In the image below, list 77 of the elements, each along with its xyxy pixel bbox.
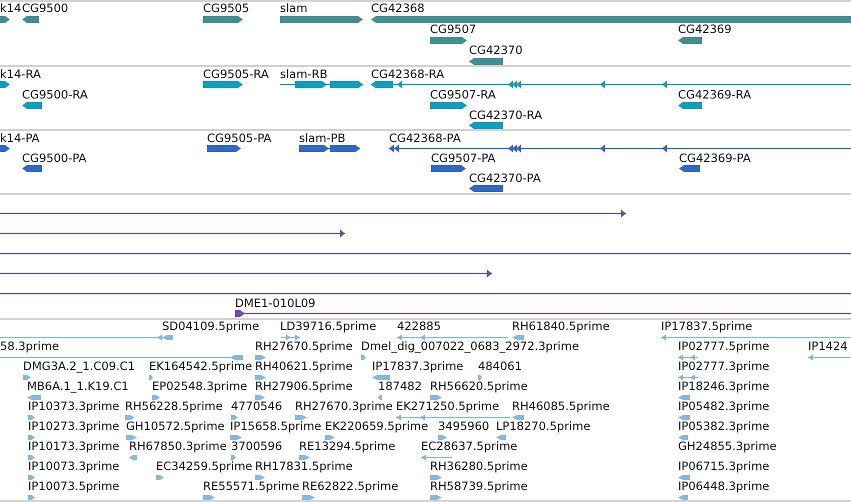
feature-label: MB6A.1_1.K19.C1 (27, 379, 129, 393)
feature-label: 3700596 (231, 439, 282, 453)
feature-label: k14 (0, 1, 22, 15)
feature-label: GH24855.3prime (678, 439, 777, 453)
feature-label: IP10273.3prime (28, 419, 120, 433)
feature-label: IP10173.3prime (28, 439, 120, 453)
feature-label: RH58739.5prime (430, 479, 528, 493)
feature-label: EK271250.5prime (396, 399, 500, 413)
feature-label: slam-PB (299, 131, 346, 145)
feature-label: RH61840.5prime (512, 319, 610, 333)
feature-label: IP15658.5prime (230, 419, 322, 433)
feature-label: DMG3A.2_1.C09.C1 (23, 359, 136, 373)
feature-label: CG9507-PA (431, 151, 496, 165)
feature-label: CG42368-RA (371, 67, 444, 81)
feature-label: 187482 (378, 379, 422, 393)
feature-label: IP18246.3prime (678, 379, 770, 393)
feature-label: RE55571.5prime (203, 479, 300, 493)
feature-label: EC28637.5prime (421, 439, 518, 453)
feature-label: CG9507 (430, 22, 476, 36)
feature-label: CG42370-RA (469, 108, 542, 122)
feature-label: RH36280.5prime (430, 459, 528, 473)
feature-label: EK220659.5prime (325, 419, 428, 433)
feature-label: CG42369 (678, 22, 732, 36)
feature-label: IP02777.3prime (678, 359, 770, 373)
feature-label: CG9505-PA (207, 131, 272, 145)
feature-label: EP02548.3prime (152, 379, 248, 393)
feature-label: IP17837.5prime (661, 319, 752, 333)
feature-label: CG42370 (469, 43, 523, 57)
feature-label: RH27670.3prime (295, 399, 393, 413)
feature-label: k14-PA (0, 131, 40, 145)
feature-label: CG9500-RA (22, 88, 88, 102)
feature-label: slam (280, 1, 308, 15)
feature-label: EK164542.5prime (149, 359, 252, 373)
feature-label: slam-RB (280, 67, 328, 81)
feature-label: IP17837.3prime (372, 359, 464, 373)
feature-label: IP06715.3prime (678, 459, 770, 473)
feature-label: k14-RA (0, 67, 41, 81)
feature-label: CG9505-RA (203, 67, 269, 81)
feature-label: Dmel_dig_007022_0683_2972.3prime (361, 339, 580, 353)
feature-label: 58.3prime (0, 339, 60, 353)
feature-label: CG9500-PA (22, 151, 86, 165)
feature-label: SD04109.5prime (162, 319, 260, 333)
feature-label: EC34259.5prime (156, 459, 252, 473)
feature-label: RH40621.5prime (255, 359, 353, 373)
feature-label: 422885 (397, 319, 441, 333)
feature-label: CG42368-PA (389, 131, 461, 145)
feature-label: RH56228.5prime (125, 399, 223, 413)
feature-label: CG42369-RA (678, 88, 752, 102)
feature-label: LP18270.5prime (496, 419, 590, 433)
feature-label: GH10572.5prime (126, 419, 225, 433)
feature-label: CG42368 (371, 1, 425, 15)
feature-label: 484061 (478, 359, 522, 373)
feature-label: IP05382.3prime (678, 419, 770, 433)
feature-label: CG9507-RA (430, 88, 496, 102)
feature-label: RH27670.5prime (255, 339, 353, 353)
feature-label: IP1424 (808, 339, 848, 353)
feature-label: RH56620.5prime (430, 379, 528, 393)
feature-label: RE13294.5prime (299, 439, 396, 453)
feature-label: IP06448.3prime (678, 479, 770, 493)
feature-label: IP10373.3prime (28, 399, 120, 413)
feature-label: 3495960 (438, 419, 490, 433)
feature-label: RH46085.5prime (512, 399, 610, 413)
feature-label: CG9505 (203, 1, 250, 15)
feature-label: RH27906.5prime (255, 379, 353, 393)
feature-label: IP10073.3prime (28, 459, 120, 473)
feature-label: RH67850.3prime (129, 439, 227, 453)
feature-label: DME1-010L09 (235, 296, 316, 310)
feature-label: RE62822.5prime (302, 479, 398, 493)
feature-label: IP02777.5prime (678, 339, 770, 353)
feature-label: 4770546 (231, 399, 282, 413)
feature-label: CG9500 (22, 1, 68, 15)
feature-label: CG42369-PA (679, 151, 751, 165)
feature-label: IP05482.3prime (678, 399, 770, 413)
feature-label: CG42370-PA (469, 171, 541, 185)
feature-label: RH17831.5prime (255, 459, 353, 473)
feature-label: LD39716.5prime (280, 319, 376, 333)
feature-label: IP10073.5prime (28, 479, 120, 493)
